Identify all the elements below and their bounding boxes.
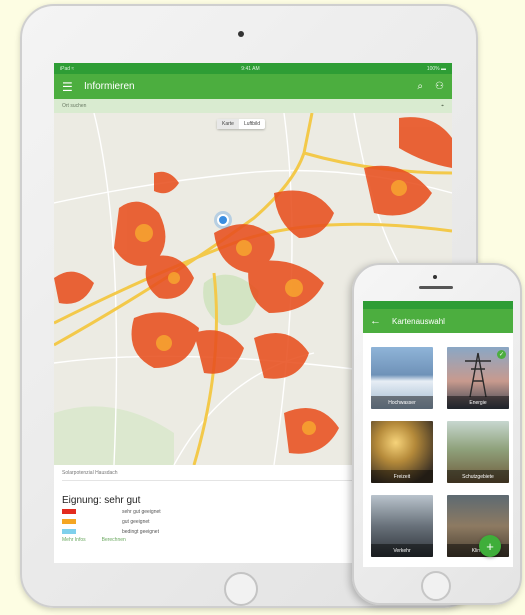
legend-swatch-red xyxy=(62,509,76,514)
map-tile-traffic[interactable]: Verkehr xyxy=(371,495,433,557)
map-tile-leisure[interactable]: Freizeit xyxy=(371,421,433,483)
phone-device: ← Kartenauswahl Hochwasser ✓ Energie Fre… xyxy=(352,263,522,605)
more-info-link[interactable]: Mehr Infos xyxy=(62,537,86,543)
map-type-toggle[interactable]: Karte Luftbild xyxy=(217,119,266,129)
tablet-home-button[interactable] xyxy=(224,572,258,606)
legend-swatch-orange xyxy=(62,519,76,524)
legend-label: gut geeignet xyxy=(122,518,150,525)
legend-label: sehr gut geeignet xyxy=(122,508,161,515)
status-time: 9:41 AM xyxy=(241,65,260,72)
app-bar: ☰ Informieren ⌕ ⚇ xyxy=(54,74,452,99)
account-icon[interactable]: ⚇ xyxy=(435,81,444,92)
map-tile-flood[interactable]: Hochwasser xyxy=(371,347,433,409)
phone-app-bar: ← Kartenauswahl xyxy=(363,309,513,333)
add-fab-button[interactable]: + xyxy=(479,535,501,557)
front-camera xyxy=(238,31,244,37)
calculate-link[interactable]: Berechnen xyxy=(102,537,126,543)
phone-status-bar xyxy=(363,301,513,309)
tile-label: Hochwasser xyxy=(371,396,433,409)
tile-label: Verkehr xyxy=(371,544,433,557)
tile-label: Energie xyxy=(447,396,509,409)
legend-swatch-blue xyxy=(62,529,76,534)
map-toggle-map[interactable]: Karte xyxy=(217,119,239,129)
phone-camera xyxy=(433,275,437,279)
menu-icon[interactable]: ☰ xyxy=(62,80,84,94)
search-input[interactable]: Ort suchen xyxy=(62,103,86,109)
page-title: Informieren xyxy=(84,81,135,92)
status-battery: 100% ▬ xyxy=(426,65,446,72)
phone-home-button[interactable] xyxy=(421,571,451,601)
status-carrier: iPad ≈ xyxy=(60,65,75,72)
search-icon[interactable]: ⌕ xyxy=(417,81,423,92)
selected-check-icon: ✓ xyxy=(497,350,506,359)
phone-screen: ← Kartenauswahl Hochwasser ✓ Energie Fre… xyxy=(363,301,513,567)
phone-speaker xyxy=(419,286,453,289)
tile-label: Schutzgebiete xyxy=(447,470,509,483)
phone-page-title: Kartenauswahl xyxy=(392,316,445,326)
map-selection-grid: Hochwasser ✓ Energie Freizeit Schutzgebi… xyxy=(363,333,513,557)
current-location-marker[interactable] xyxy=(217,214,229,226)
location-icon[interactable]: ⌖ xyxy=(441,103,444,109)
legend-label: bedingt geeignet xyxy=(122,528,159,535)
tile-label: Freizeit xyxy=(371,470,433,483)
search-bar[interactable]: Ort suchen ⌖ xyxy=(54,99,452,113)
map-tile-energy[interactable]: ✓ Energie xyxy=(447,347,509,409)
map-tile-protected-areas[interactable]: Schutzgebiete xyxy=(447,421,509,483)
map-toggle-satellite[interactable]: Luftbild xyxy=(239,119,265,129)
back-arrow-icon[interactable]: ← xyxy=(370,315,392,327)
status-bar: iPad ≈ 9:41 AM 100% ▬ xyxy=(54,63,452,74)
